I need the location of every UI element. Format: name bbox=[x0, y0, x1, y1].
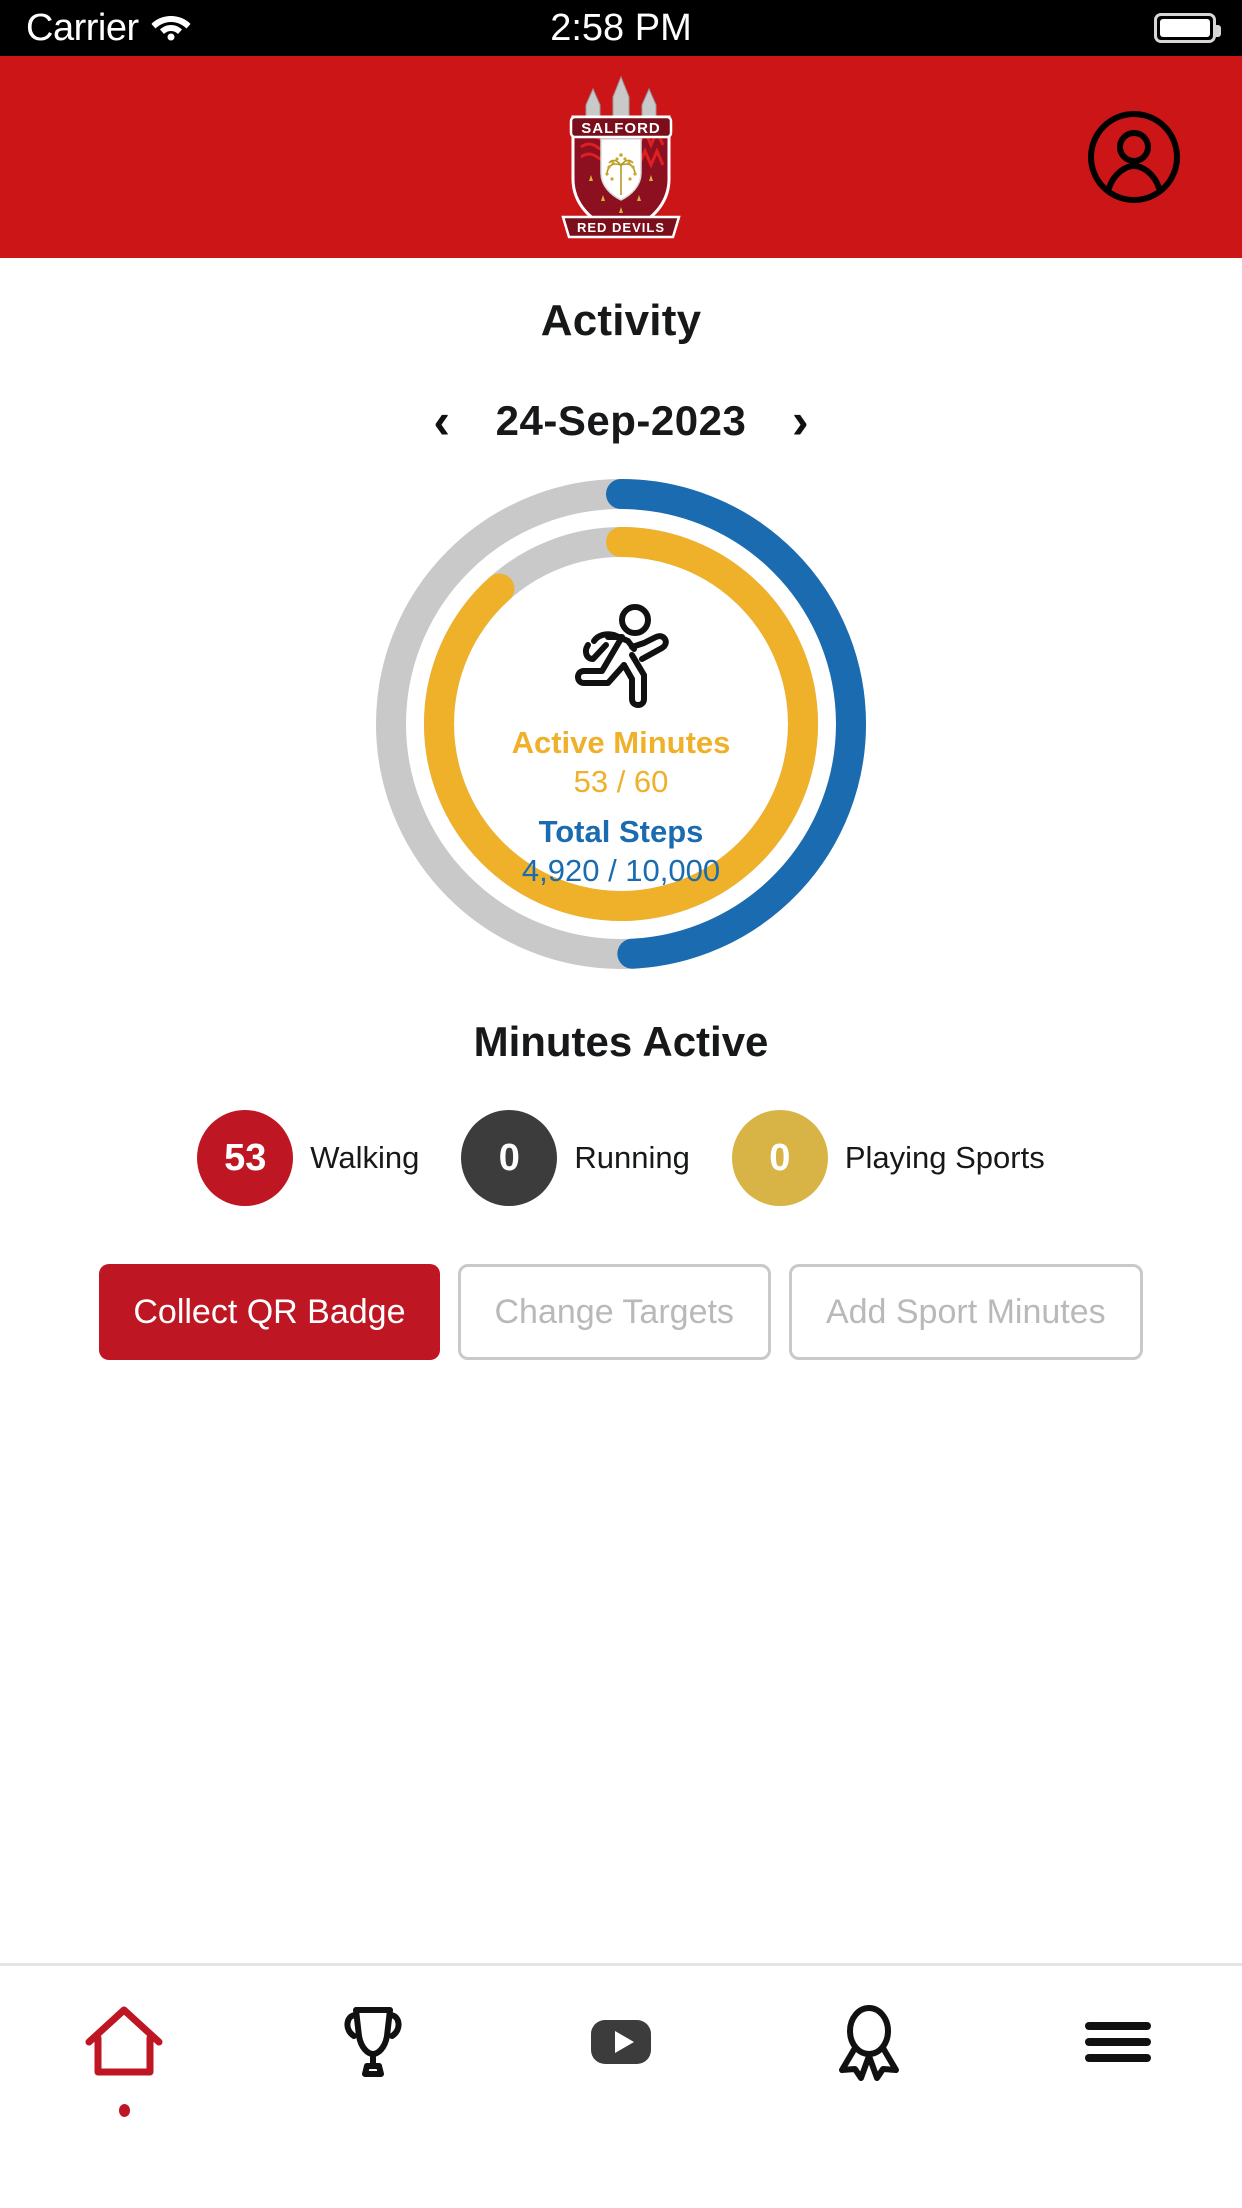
stat-label-playing-sports: Playing Sports bbox=[844, 1140, 1045, 1175]
total-steps-value: 4,920 / 10,000 bbox=[521, 853, 721, 889]
action-buttons: Collect QR Badge Change Targets Add Spor… bbox=[0, 1264, 1242, 1360]
stat-playing-sports: 0 Playing Sports bbox=[731, 1110, 1045, 1206]
active-minutes-label: Active Minutes bbox=[511, 724, 731, 760]
app-header: SALFORD RED DEVILS bbox=[0, 56, 1242, 258]
tab-video[interactable] bbox=[521, 2002, 721, 2082]
running-person-icon bbox=[562, 597, 680, 715]
bottom-navigation bbox=[0, 1963, 1242, 2208]
stat-label-walking: Walking bbox=[310, 1140, 420, 1175]
tab-home[interactable] bbox=[24, 2002, 224, 2117]
minutes-active-title: Minutes Active bbox=[473, 1018, 769, 1065]
app-screen: Carrier 2:58 PM SALFORD RED DEVILS Activ… bbox=[0, 0, 1242, 2208]
collect-qr-badge-button[interactable]: Collect QR Badge bbox=[99, 1264, 440, 1360]
current-date-label: 24-Sep-2023 bbox=[495, 397, 747, 444]
stat-walking: 53 Walking bbox=[197, 1110, 419, 1206]
stat-bubble-running: 0 bbox=[461, 1110, 558, 1206]
stat-bubble-playing-sports: 0 bbox=[731, 1110, 828, 1206]
stat-running: 0 Running bbox=[461, 1110, 690, 1206]
account-circle-icon[interactable] bbox=[1086, 109, 1182, 205]
video-play-icon bbox=[578, 2002, 664, 2082]
status-bar-right bbox=[1154, 13, 1221, 43]
tab-trophy[interactable] bbox=[273, 2002, 473, 2082]
minutes-active-stats: 53 Walking 0 Running 0 Playing Sports bbox=[0, 1110, 1242, 1206]
stat-label-running: Running bbox=[574, 1140, 690, 1175]
trophy-icon bbox=[330, 2002, 416, 2082]
active-tab-indicator bbox=[118, 2104, 130, 2117]
rings-center-content: Active Minutes 53 / 60 Total Steps 4,920… bbox=[456, 579, 786, 909]
active-minutes-value: 53 / 60 bbox=[573, 764, 669, 800]
battery-full-icon bbox=[1154, 13, 1221, 43]
stat-bubble-walking: 53 bbox=[197, 1110, 294, 1206]
crest-top-text: SALFORD bbox=[581, 120, 661, 137]
date-navigator: ‹ 24-Sep-2023 › bbox=[0, 396, 1242, 446]
home-icon bbox=[81, 2002, 167, 2082]
main-content: Activity ‹ 24-Sep-2023 › Active Minutes … bbox=[0, 258, 1242, 1951]
award-icon bbox=[826, 2002, 912, 2082]
crest-bottom-text: RED DEVILS bbox=[577, 220, 665, 235]
total-steps-label: Total Steps bbox=[538, 813, 704, 849]
change-targets-button[interactable]: Change Targets bbox=[457, 1264, 771, 1360]
page-title: Activity bbox=[540, 296, 702, 345]
chevron-right-icon[interactable]: › bbox=[780, 396, 820, 446]
tab-award[interactable] bbox=[769, 2002, 969, 2082]
tab-menu[interactable] bbox=[1018, 2002, 1218, 2082]
status-bar: Carrier 2:58 PM bbox=[0, 0, 1242, 56]
menu-icon bbox=[1075, 2002, 1161, 2082]
salford-red-devils-crest-icon[interactable]: SALFORD RED DEVILS bbox=[557, 73, 685, 241]
clock-label: 2:58 PM bbox=[550, 6, 692, 49]
chevron-left-icon[interactable]: ‹ bbox=[422, 396, 462, 446]
activity-rings: Active Minutes 53 / 60 Total Steps 4,920… bbox=[0, 464, 1242, 1024]
add-sport-minutes-button[interactable]: Add Sport Minutes bbox=[788, 1264, 1143, 1360]
